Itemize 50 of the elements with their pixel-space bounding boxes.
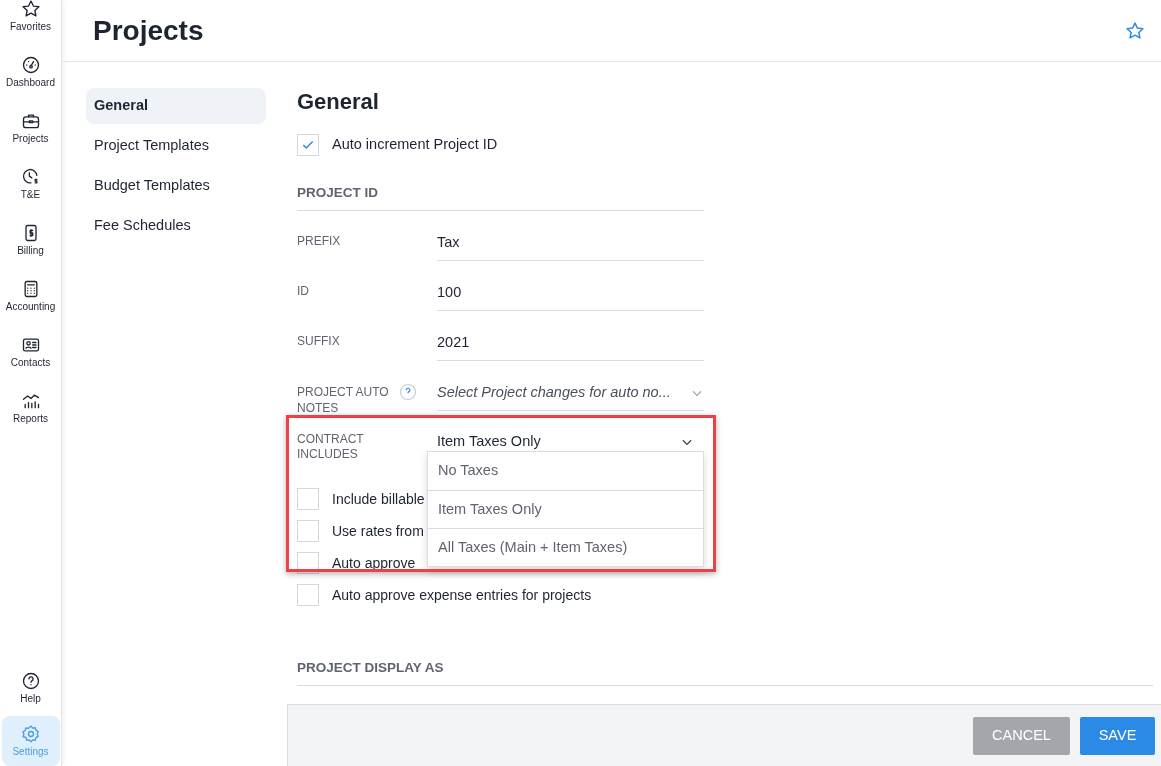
save-button[interactable]: SAVE — [1080, 716, 1155, 755]
checkbox[interactable] — [297, 552, 319, 574]
field-label: PROJECT AUTO NOTES — [297, 384, 390, 416]
clock-icon — [20, 167, 41, 187]
settings-nav-item[interactable]: Project Templates — [86, 128, 266, 164]
dropdown-option[interactable]: All Taxes (Main + Item Taxes) — [428, 528, 703, 566]
text-field[interactable]: Tax — [437, 225, 704, 261]
select-field[interactable]: Item Taxes Only — [437, 432, 704, 452]
nav-rail-item[interactable]: T&E — [1, 166, 60, 202]
section-title: General — [297, 88, 380, 116]
help-icon — [20, 671, 41, 691]
checkmark-icon — [301, 138, 315, 152]
checkbox[interactable] — [297, 520, 319, 542]
section-heading: PROJECT ID — [297, 185, 378, 200]
nav-rail-item[interactable]: Reports — [1, 390, 60, 426]
field-label: ID — [297, 283, 310, 300]
field-label: CONTRACT INCLUDES — [297, 432, 365, 462]
checkbox-label: Include billable — [332, 489, 425, 509]
nav-rail-item[interactable]: Contacts — [1, 334, 60, 370]
section-heading: PROJECT DISPLAY AS — [297, 660, 444, 675]
nav-rail-item[interactable]: Accounting — [1, 278, 60, 314]
settings-nav-item[interactable]: Fee Schedules — [86, 208, 266, 244]
checkbox-label: Auto approve expense entries for projects — [332, 585, 592, 605]
nav-rail-item[interactable]: Favorites — [1, 0, 60, 34]
help-icon[interactable] — [399, 383, 417, 401]
nav-rail-item[interactable]: Projects — [1, 110, 60, 146]
field-label: PREFIX — [297, 233, 342, 250]
nav-rail-item[interactable]: Billing — [1, 222, 60, 258]
text-field[interactable]: 100 — [437, 275, 704, 311]
placeholder-text: Select Project changes for auto no... — [437, 382, 671, 402]
dropdown-option[interactable]: Item Taxes Only — [428, 490, 703, 528]
checkbox[interactable] — [297, 488, 319, 510]
text-field[interactable]: 2021 — [437, 325, 704, 361]
checkbox[interactable] — [297, 134, 319, 156]
checkbox[interactable] — [297, 584, 319, 606]
checkbox-label: Auto increment Project ID — [332, 135, 498, 155]
settings-nav-item[interactable]: Budget Templates — [86, 168, 266, 204]
checkbox-label: Use rates from — [332, 521, 424, 541]
nav-rail-item[interactable]: Help — [1, 670, 60, 706]
gauge-icon — [20, 55, 41, 75]
settings-icon — [20, 724, 41, 744]
favorite-star-icon[interactable] — [1125, 20, 1145, 41]
page-title: Projects — [93, 13, 204, 48]
field-label: SUFFIX — [297, 333, 341, 350]
checkbox-label: Auto approve — [332, 553, 416, 573]
dropdown-option[interactable]: No Taxes — [428, 452, 703, 490]
star-icon — [20, 0, 41, 19]
nav-rail-item[interactable]: Dashboard — [1, 54, 60, 90]
select-field[interactable]: Select Project changes for auto no... — [437, 375, 704, 411]
settings-nav-item[interactable]: General — [86, 88, 266, 124]
